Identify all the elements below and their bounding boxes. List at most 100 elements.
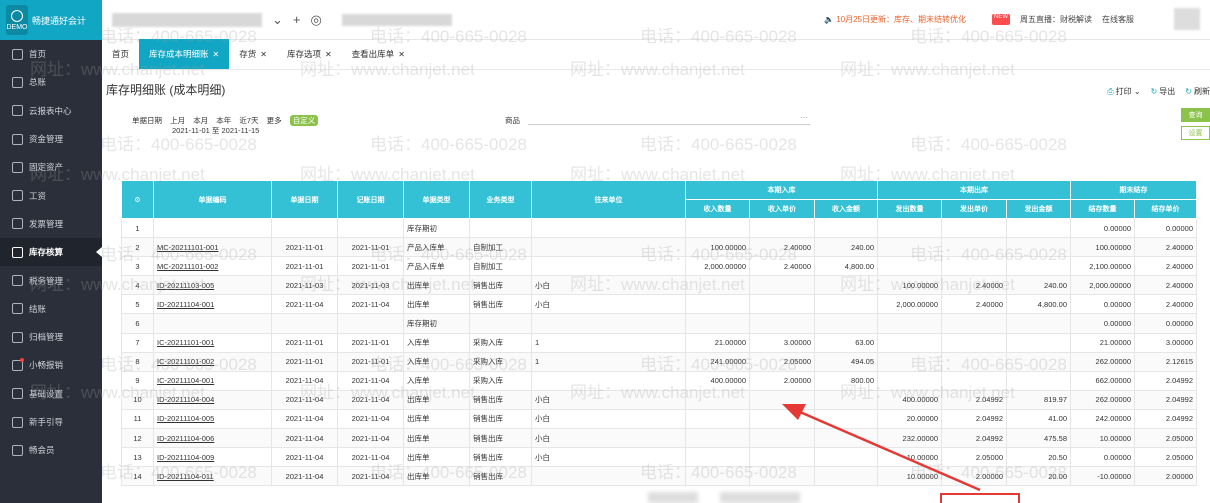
doc-number-link[interactable]: MC-20211101-001 [153,237,272,258]
col-doc-no[interactable]: 单据编码 [153,180,272,219]
table-cell [877,313,942,334]
col-doc-date[interactable]: 单据日期 [271,180,338,219]
table-cell: 自制加工 [469,256,532,277]
dropdown-icon[interactable]: ⋯ [800,113,808,122]
doc-number-link[interactable]: ID-20211104-009 [153,447,272,468]
period-this-month[interactable]: 本月 [193,116,208,125]
sidebar-item-0[interactable]: 首页 [0,40,102,68]
live-notice[interactable]: 周五直播：财税解读 [1020,14,1092,25]
period-7-days[interactable]: 近7天 [239,116,258,125]
close-icon[interactable]: ✕ [325,50,332,59]
close-icon[interactable]: ✕ [260,50,267,59]
sidebar-item-6[interactable]: 发票管理 [0,210,102,238]
table-cell [271,217,338,239]
table-row[interactable]: 4 ID-20211103-005 2021-11-03 2021-11-03 出库单销… [121,275,1197,296]
sidebar-item-11[interactable]: 小畅报销 [0,351,102,379]
sidebar-item-8[interactable]: 税务管理 [0,266,102,294]
tab-inventory-cost-ledger[interactable]: 库存成本明细账 ✕ [139,39,230,69]
date-range[interactable]: 2021-11-01 至 2021-11-15 [172,125,259,136]
sidebar-item-14[interactable]: 畅会员 [0,436,102,464]
sidebar-item-10[interactable]: 归档管理 [0,323,102,351]
tab-home[interactable]: 首页 [102,39,139,69]
period-last-month[interactable]: 上月 [170,116,185,125]
col-out-price[interactable]: 发出单价 [941,199,1007,219]
col-post-date[interactable]: 记账日期 [337,180,404,219]
table-cell: 100.00000 [877,275,942,296]
sidebar-item-12[interactable]: 基础设置 [0,380,102,408]
col-end-price[interactable]: 结存单价 [1134,199,1197,219]
refresh-button[interactable]: ↻ 刷新 [1185,86,1210,97]
doc-number-link[interactable]: ID-20211104-005 [153,408,272,430]
doc-number-link[interactable]: ID-20211104-006 [153,428,272,449]
doc-number-link[interactable]: IC-20211101-001 [153,332,272,353]
col-biz-type[interactable]: 业务类型 [469,180,532,219]
sidebar-item-9[interactable]: 结账 [0,295,102,323]
col-out-amt[interactable]: 发出金额 [1006,199,1071,219]
tab-view-outbound[interactable]: 查看出库单 ✕ [342,39,415,69]
sidebar-item-label: 总账 [29,77,47,88]
table-row[interactable]: 10 ID-20211104-004 2021-11-04 2021-11-04 出库单… [121,389,1197,410]
chevron-down-icon[interactable]: ⌄ [272,12,283,28]
col-doc-type[interactable]: 单据类型 [403,180,470,219]
add-icon[interactable]: + [293,12,301,27]
tab-stock[interactable]: 存货 ✕ [229,39,277,69]
doc-number-link[interactable]: ID-20211103-005 [153,275,272,296]
table-row[interactable]: 8 IC-20211101-002 2021-11-01 2021-11-01 入库单采… [121,351,1197,372]
table-cell: 20.00 [1006,466,1071,487]
col-end-qty[interactable]: 结存数量 [1070,199,1135,219]
doc-number-link[interactable]: ID-20211104-004 [153,389,272,410]
print-button[interactable]: ⎙ 打印 ⌄ [1107,86,1140,97]
tab-inventory-options[interactable]: 库存选项 ✕ [277,39,342,69]
sidebar-item-2[interactable]: 云报表中心 [0,97,102,125]
account-selector[interactable] [112,12,262,27]
table-cell: 2021-11-04 [337,408,404,430]
table-cell: 销售出库 [469,447,532,468]
period-more[interactable]: 更多 [267,116,282,125]
table-row[interactable]: 1 库存期初 0.00000 0.00000 [121,217,1197,239]
doc-number-link[interactable]: IC-20211101-002 [153,351,272,372]
table-cell [749,466,815,487]
table-row[interactable]: 6 库存期初 0.00000 0.00000 [121,313,1197,334]
table-row[interactable]: 2 MC-20211101-001 2021-11-01 2021-11-01 产品入库… [121,237,1197,258]
doc-number-link[interactable]: ID-20211104-001 [153,294,272,315]
table-row[interactable]: 3 MC-20211101-002 2021-11-01 2021-11-01 产品入库… [121,256,1197,277]
brand[interactable]: DEMO 畅捷通好会计 [0,0,102,40]
period-custom[interactable]: 自定义 [289,115,319,126]
table-row[interactable]: 7 IC-20211101-001 2021-11-01 2021-11-01 入库单采… [121,332,1197,353]
period-this-year[interactable]: 本年 [216,116,231,125]
table-row[interactable]: 11 ID-20211104-005 2021-11-04 2021-11-04 出库单… [121,408,1197,430]
table-cell: 2021-11-04 [271,294,338,315]
avatar[interactable] [1174,8,1200,30]
online-service[interactable]: 在线客服 [1102,14,1134,25]
table-row[interactable]: 13 ID-20211104-009 2021-11-04 2021-11-04 出库单… [121,447,1197,468]
doc-number-link[interactable]: IC-20211104-001 [153,370,272,391]
sidebar-item-4[interactable]: 固定资产 [0,153,102,181]
table-row[interactable]: 14 ID-20211104-011 2021-11-04 2021-11-04 出库单… [121,466,1197,487]
col-in-qty[interactable]: 收入数量 [685,199,750,219]
col-in-price[interactable]: 收入单价 [749,199,815,219]
col-partner[interactable]: 往来单位 [531,180,686,219]
export-button[interactable]: ↻ 导出 [1151,86,1176,97]
col-in-amt[interactable]: 收入金额 [814,199,878,219]
table-row[interactable]: 5 ID-20211104-001 2021-11-04 2021-11-04 出库单销… [121,294,1197,315]
goods-input[interactable] [528,124,810,125]
sidebar-item-3[interactable]: 资金管理 [0,125,102,153]
col-out-qty[interactable]: 发出数量 [877,199,942,219]
doc-number-link[interactable]: MC-20211101-002 [153,256,272,277]
sidebar-item-1[interactable]: 总账 [0,68,102,96]
update-notice[interactable]: 🔈 10月25日更新：库存、期末结转优化 [824,14,966,25]
table-row[interactable]: 9 IC-20211104-001 2021-11-04 2021-11-04 入库单采… [121,370,1197,391]
table-row[interactable]: 12 ID-20211104-006 2021-11-04 2021-11-04 出库单… [121,428,1197,449]
target-icon[interactable]: ◎ [311,12,322,28]
close-icon[interactable]: ✕ [398,50,405,59]
sidebar-item-5[interactable]: 工资 [0,181,102,209]
doc-number-link[interactable]: ID-20211104-011 [153,466,272,487]
close-icon[interactable]: ✕ [213,50,220,59]
query-button[interactable]: 查询 [1181,108,1210,122]
settings-icon[interactable]: ⚙ [121,180,154,219]
sidebar-item-7[interactable]: 库存核算 [0,238,102,267]
settings-button[interactable]: 设置 [1181,126,1210,140]
sidebar-item-13[interactable]: 新手引导 [0,408,102,436]
table-cell: 2.40000 [749,237,815,258]
table-cell [749,447,815,468]
